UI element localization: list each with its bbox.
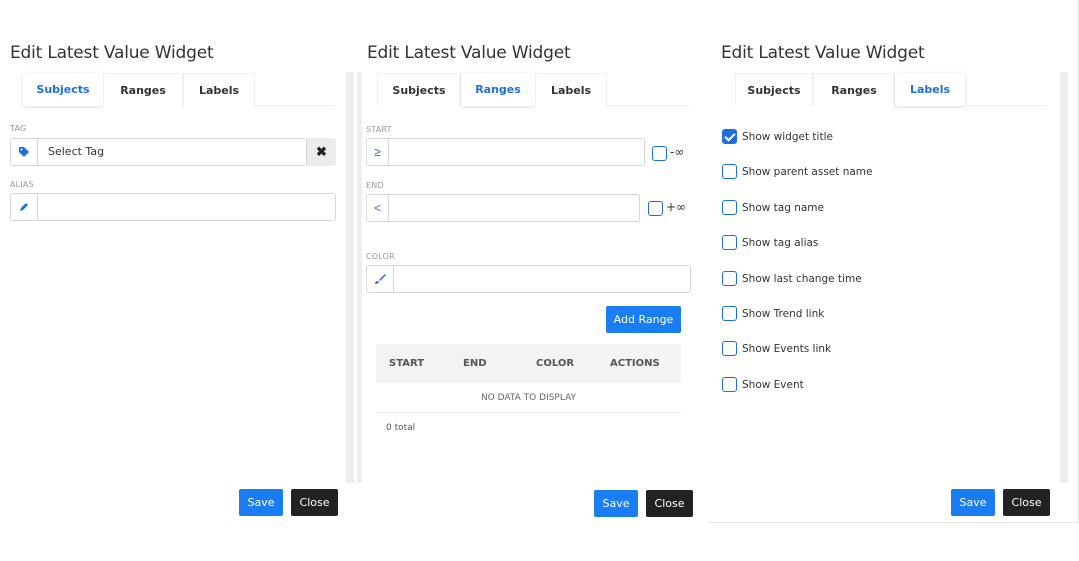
color-label: COLOR [366,252,395,261]
close-button[interactable]: Close [291,489,338,516]
scrollbar[interactable] [346,72,354,483]
start-value [389,139,644,165]
option-label: Show tag name [742,202,825,214]
end-operator: < [367,195,389,221]
total-count: 0 total [386,423,416,433]
option-checkbox[interactable] [722,271,737,286]
start-operator: ≥ [367,139,389,165]
option-checkbox[interactable] [722,235,737,250]
start-label: START [366,125,392,134]
end-label: END [366,181,384,190]
tab-ranges[interactable]: Ranges [813,73,895,106]
option-label: Show Events link [742,343,832,355]
option-checkbox[interactable] [722,341,737,356]
neg-infinity-checkbox[interactable] [652,146,667,161]
tab-bar: Subjects Ranges Labels [377,73,689,106]
option-label: Show tag alias [742,237,819,249]
clear-tag-button[interactable]: ✖ [307,138,336,166]
column-end[interactable]: END [463,358,487,369]
option-checkbox[interactable] [722,377,737,392]
ranges-dialog: Edit Latest Value Widget Subjects Ranges… [355,0,708,561]
scrollbar[interactable] [357,72,362,483]
tab-bar: Subjects Ranges Labels [23,73,335,106]
labels-dialog: Edit Latest Value Widget Subjects Ranges… [709,0,1079,523]
empty-table-message: NO DATA TO DISPLAY [376,383,681,413]
tab-ranges[interactable]: Ranges [461,73,535,106]
start-input[interactable]: ≥ [366,138,645,166]
end-value [389,195,639,221]
neg-infinity-label: -∞ [670,145,685,159]
brush-icon [367,266,394,292]
tab-labels[interactable]: Labels [535,73,607,106]
end-input[interactable]: < [366,194,640,222]
option-checkbox[interactable] [722,129,737,144]
option-checkbox[interactable] [722,306,737,321]
tag-icon [11,139,38,165]
tab-subjects[interactable]: Subjects [23,73,103,106]
close-button[interactable]: Close [646,490,693,517]
alias-value [38,194,335,220]
subjects-dialog: Edit Latest Value Widget Subjects Ranges… [0,0,354,561]
alias-label: ALIAS [10,180,34,189]
color-value [394,266,690,292]
option-label: Show parent asset name [742,166,873,178]
color-input[interactable] [366,265,691,293]
close-icon: ✖ [316,144,327,159]
tab-labels[interactable]: Labels [895,73,965,106]
tag-select-value: Select Tag [48,145,105,158]
option-label: Show last change time [742,273,862,285]
alias-input[interactable] [10,193,336,221]
option-label: Show Trend link [742,308,825,320]
column-actions[interactable]: ACTIONS [610,358,660,369]
scrollbar[interactable] [1060,72,1068,483]
pos-infinity-label: +∞ [666,200,687,214]
option-label: Show Event [742,379,804,391]
add-range-button[interactable]: Add Range [606,306,681,333]
dialog-title: Edit Latest Value Widget [10,43,214,63]
pos-infinity-checkbox[interactable] [648,201,663,216]
column-color[interactable]: COLOR [536,358,574,369]
save-button[interactable]: Save [951,489,995,516]
tab-labels[interactable]: Labels [183,73,255,106]
option-checkbox[interactable] [722,164,737,179]
dialog-title: Edit Latest Value Widget [367,43,571,63]
close-button[interactable]: Close [1003,489,1050,516]
ranges-table-header: START END COLOR ACTIONS [376,344,681,383]
option-label: Show widget title [742,131,833,143]
tag-label: TAG [10,124,27,133]
option-checkbox[interactable] [722,200,737,215]
tab-subjects[interactable]: Subjects [735,73,813,106]
save-button[interactable]: Save [239,489,283,516]
pencil-icon [11,194,38,220]
tag-select[interactable]: Select Tag [10,138,307,166]
dialog-title: Edit Latest Value Widget [721,43,925,63]
save-button[interactable]: Save [594,490,638,517]
tab-ranges[interactable]: Ranges [103,73,183,106]
column-start[interactable]: START [389,358,424,369]
tab-subjects[interactable]: Subjects [377,73,461,106]
tab-bar: Subjects Ranges Labels [735,73,1047,106]
